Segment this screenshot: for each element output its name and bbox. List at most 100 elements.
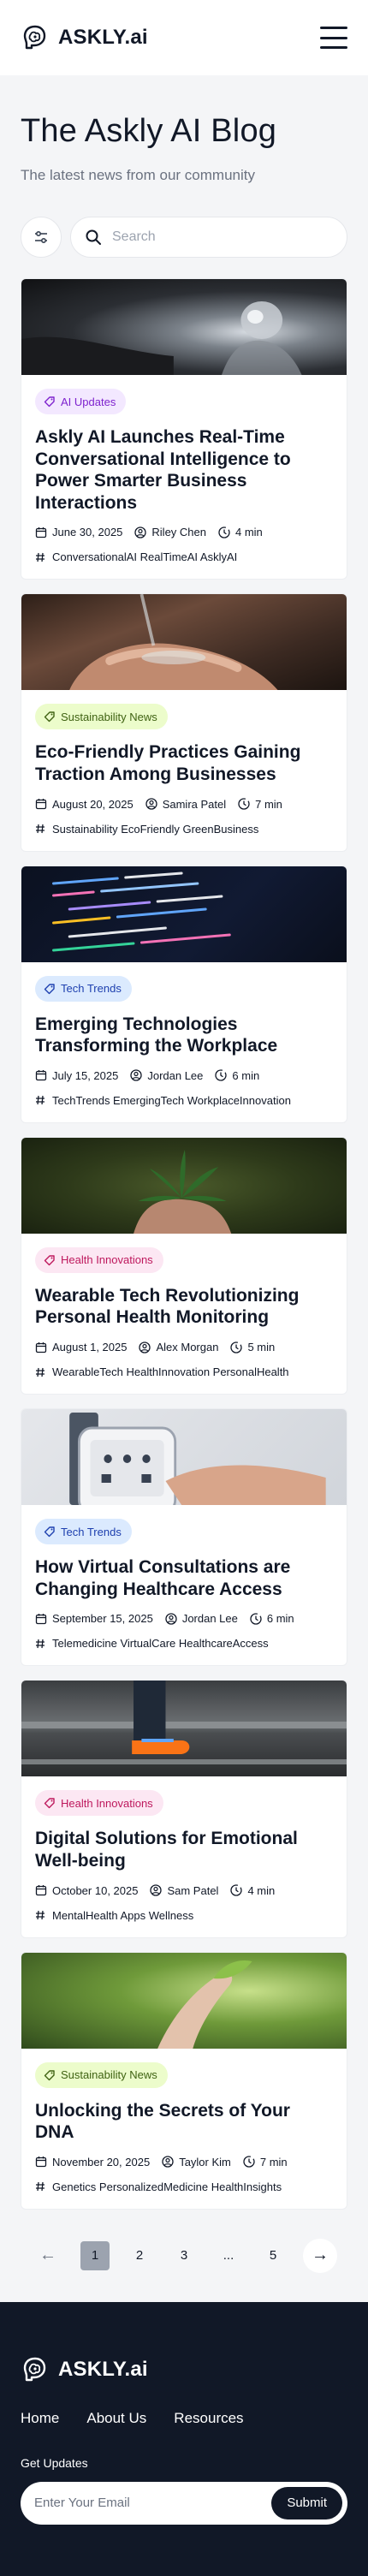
post-read-time: 4 min <box>247 1883 276 1897</box>
hamburger-menu-icon[interactable] <box>320 27 347 49</box>
post-tags-text: Genetics PersonalizedMedicine HealthInsi… <box>52 2180 282 2193</box>
post-tags-text: ConversationalAI RealTimeAI AsklyAI <box>52 550 238 564</box>
user-icon <box>162 2156 174 2168</box>
post-image-hand-leaf <box>21 1952 347 2049</box>
post-title[interactable]: Eco-Friendly Practices Gaining Traction … <box>35 741 333 785</box>
category-label: Sustainability News <box>61 2068 157 2082</box>
post-read-time: 4 min <box>235 526 263 539</box>
hashtag-icon <box>36 2182 45 2192</box>
post-title[interactable]: Digital Solutions for Emotional Well-bei… <box>35 1828 333 1871</box>
post-author: Riley Chen <box>151 526 206 539</box>
post-image-hands-water <box>21 594 347 691</box>
user-icon <box>150 1884 163 1896</box>
category-badge[interactable]: Tech Trends <box>35 975 132 1002</box>
calendar-icon <box>35 1070 47 1081</box>
calendar-icon <box>35 1885 47 1896</box>
page-2-button[interactable]: 2 <box>125 2241 154 2270</box>
clock-icon <box>243 2156 255 2168</box>
page-title: The Askly AI Blog <box>21 113 277 149</box>
post-author: Alex Morgan <box>156 1341 219 1354</box>
post-card[interactable]: Tech Trends How Virtual Consultations ar… <box>21 1408 347 1667</box>
user-icon <box>165 1613 177 1625</box>
post-tags: MentalHealth Apps Wellness <box>35 1909 333 1922</box>
post-card[interactable]: Sustainability News Eco-Friendly Practic… <box>21 593 347 852</box>
footer-link-resources[interactable]: Resources <box>174 2410 243 2427</box>
post-read-time: 7 min <box>259 2155 288 2168</box>
next-page-button[interactable]: → <box>303 2238 337 2273</box>
page-subtitle: The latest news from our community <box>21 167 255 183</box>
category-label: Tech Trends <box>61 1525 122 1538</box>
post-tags: Genetics PersonalizedMedicine HealthInsi… <box>35 2180 333 2193</box>
post-title[interactable]: Emerging Technologies Transforming the W… <box>35 1014 333 1057</box>
footer-link-home[interactable]: Home <box>21 2410 59 2427</box>
post-tags-text: Telemedicine VirtualCare HealthcareAcces… <box>52 1637 269 1651</box>
footer-brand-name: ASKLY.ai <box>58 2357 148 2381</box>
search-row <box>0 184 368 258</box>
search-input[interactable] <box>112 229 333 245</box>
post-meta: July 15, 2025 Jordan Lee 6 min <box>35 1069 333 1082</box>
category-label: Health Innovations <box>61 1796 153 1810</box>
page-3-button[interactable]: 3 <box>169 2241 199 2270</box>
page-1-button[interactable]: 1 <box>80 2240 110 2270</box>
post-card[interactable]: Health Innovations Digital Solutions for… <box>21 1680 347 1938</box>
submit-button[interactable]: Submit <box>271 2486 342 2519</box>
post-tags-text: MentalHealth Apps Wellness <box>52 1908 194 1922</box>
post-meta: August 20, 2025 Samira Patel 7 min <box>35 798 333 811</box>
tag-icon <box>44 1255 55 1266</box>
post-tags: WearableTech HealthInnovation PersonalHe… <box>35 1365 333 1378</box>
user-icon <box>130 1069 142 1082</box>
post-list: AI Updates Askly AI Launches Real-Time C… <box>0 258 368 2210</box>
post-date: September 15, 2025 <box>52 1612 153 1626</box>
calendar-icon <box>35 1613 47 1624</box>
post-card[interactable]: Tech Trends Emerging Technologies Transf… <box>21 865 347 1123</box>
post-meta: November 20, 2025 Taylor Kim 7 min <box>35 2156 333 2168</box>
tag-icon <box>44 1798 55 1809</box>
post-meta: June 30, 2025 Riley Chen 4 min <box>35 526 333 538</box>
post-title[interactable]: How Virtual Consultations are Changing H… <box>35 1556 333 1600</box>
post-title[interactable]: Askly AI Launches Real-Time Conversation… <box>35 426 333 514</box>
tag-icon <box>44 1526 55 1538</box>
hashtag-icon <box>36 1367 45 1377</box>
prev-page-button[interactable]: ← <box>31 2239 65 2273</box>
post-title[interactable]: Wearable Tech Revolutionizing Personal H… <box>35 1285 333 1329</box>
post-card[interactable]: Sustainability News Unlocking the Secret… <box>21 1951 347 2210</box>
filter-sliders-icon <box>35 230 47 244</box>
post-title[interactable]: Unlocking the Secrets of Your DNA <box>35 2100 333 2144</box>
clock-icon <box>218 527 230 538</box>
category-badge[interactable]: Sustainability News <box>35 2061 168 2088</box>
category-badge[interactable]: Tech Trends <box>35 1519 132 1545</box>
pagination: ← 1 2 3 ... 5 → <box>0 2210 368 2302</box>
post-card[interactable]: AI Updates Askly AI Launches Real-Time C… <box>21 278 347 580</box>
category-badge[interactable]: Health Innovations <box>35 1790 163 1817</box>
email-input[interactable] <box>34 2496 272 2511</box>
tag-icon <box>44 2069 55 2080</box>
page-ellipsis: ... <box>223 2248 234 2264</box>
post-author: Jordan Lee <box>181 1612 238 1626</box>
category-badge[interactable]: AI Updates <box>35 389 127 414</box>
hashtag-icon <box>36 824 45 834</box>
hashtag-icon <box>36 1910 45 1920</box>
post-card[interactable]: Health Innovations Wearable Tech Revolut… <box>21 1136 347 1395</box>
clock-icon <box>230 1341 243 1353</box>
search-field[interactable] <box>70 217 347 258</box>
user-icon <box>145 798 157 810</box>
post-image-code-screen <box>21 866 347 962</box>
tag-icon <box>44 711 55 723</box>
footer-brand-logo[interactable]: ASKLY.ai <box>21 2355 347 2384</box>
post-tags-text: Sustainability EcoFriendly GreenBusiness <box>52 822 259 836</box>
post-author: Samira Patel <box>162 797 227 811</box>
brand-logo[interactable]: ASKLY.ai <box>21 23 148 52</box>
category-label: Health Innovations <box>61 1253 153 1267</box>
category-badge[interactable]: Health Innovations <box>35 1246 163 1273</box>
post-date: August 1, 2025 <box>52 1341 128 1354</box>
post-image-runner-stairs <box>21 1681 347 1777</box>
post-tags: Telemedicine VirtualCare HealthcareAcces… <box>35 1637 333 1650</box>
post-image-hands-plant <box>21 1137 347 1234</box>
category-badge[interactable]: Sustainability News <box>35 704 168 730</box>
page-5-button[interactable]: 5 <box>258 2241 288 2270</box>
post-read-time: 5 min <box>247 1341 276 1354</box>
hashtag-icon <box>36 552 45 562</box>
footer-link-about[interactable]: About Us <box>86 2410 146 2427</box>
filter-button[interactable] <box>21 217 62 258</box>
post-read-time: 6 min <box>232 1068 260 1082</box>
